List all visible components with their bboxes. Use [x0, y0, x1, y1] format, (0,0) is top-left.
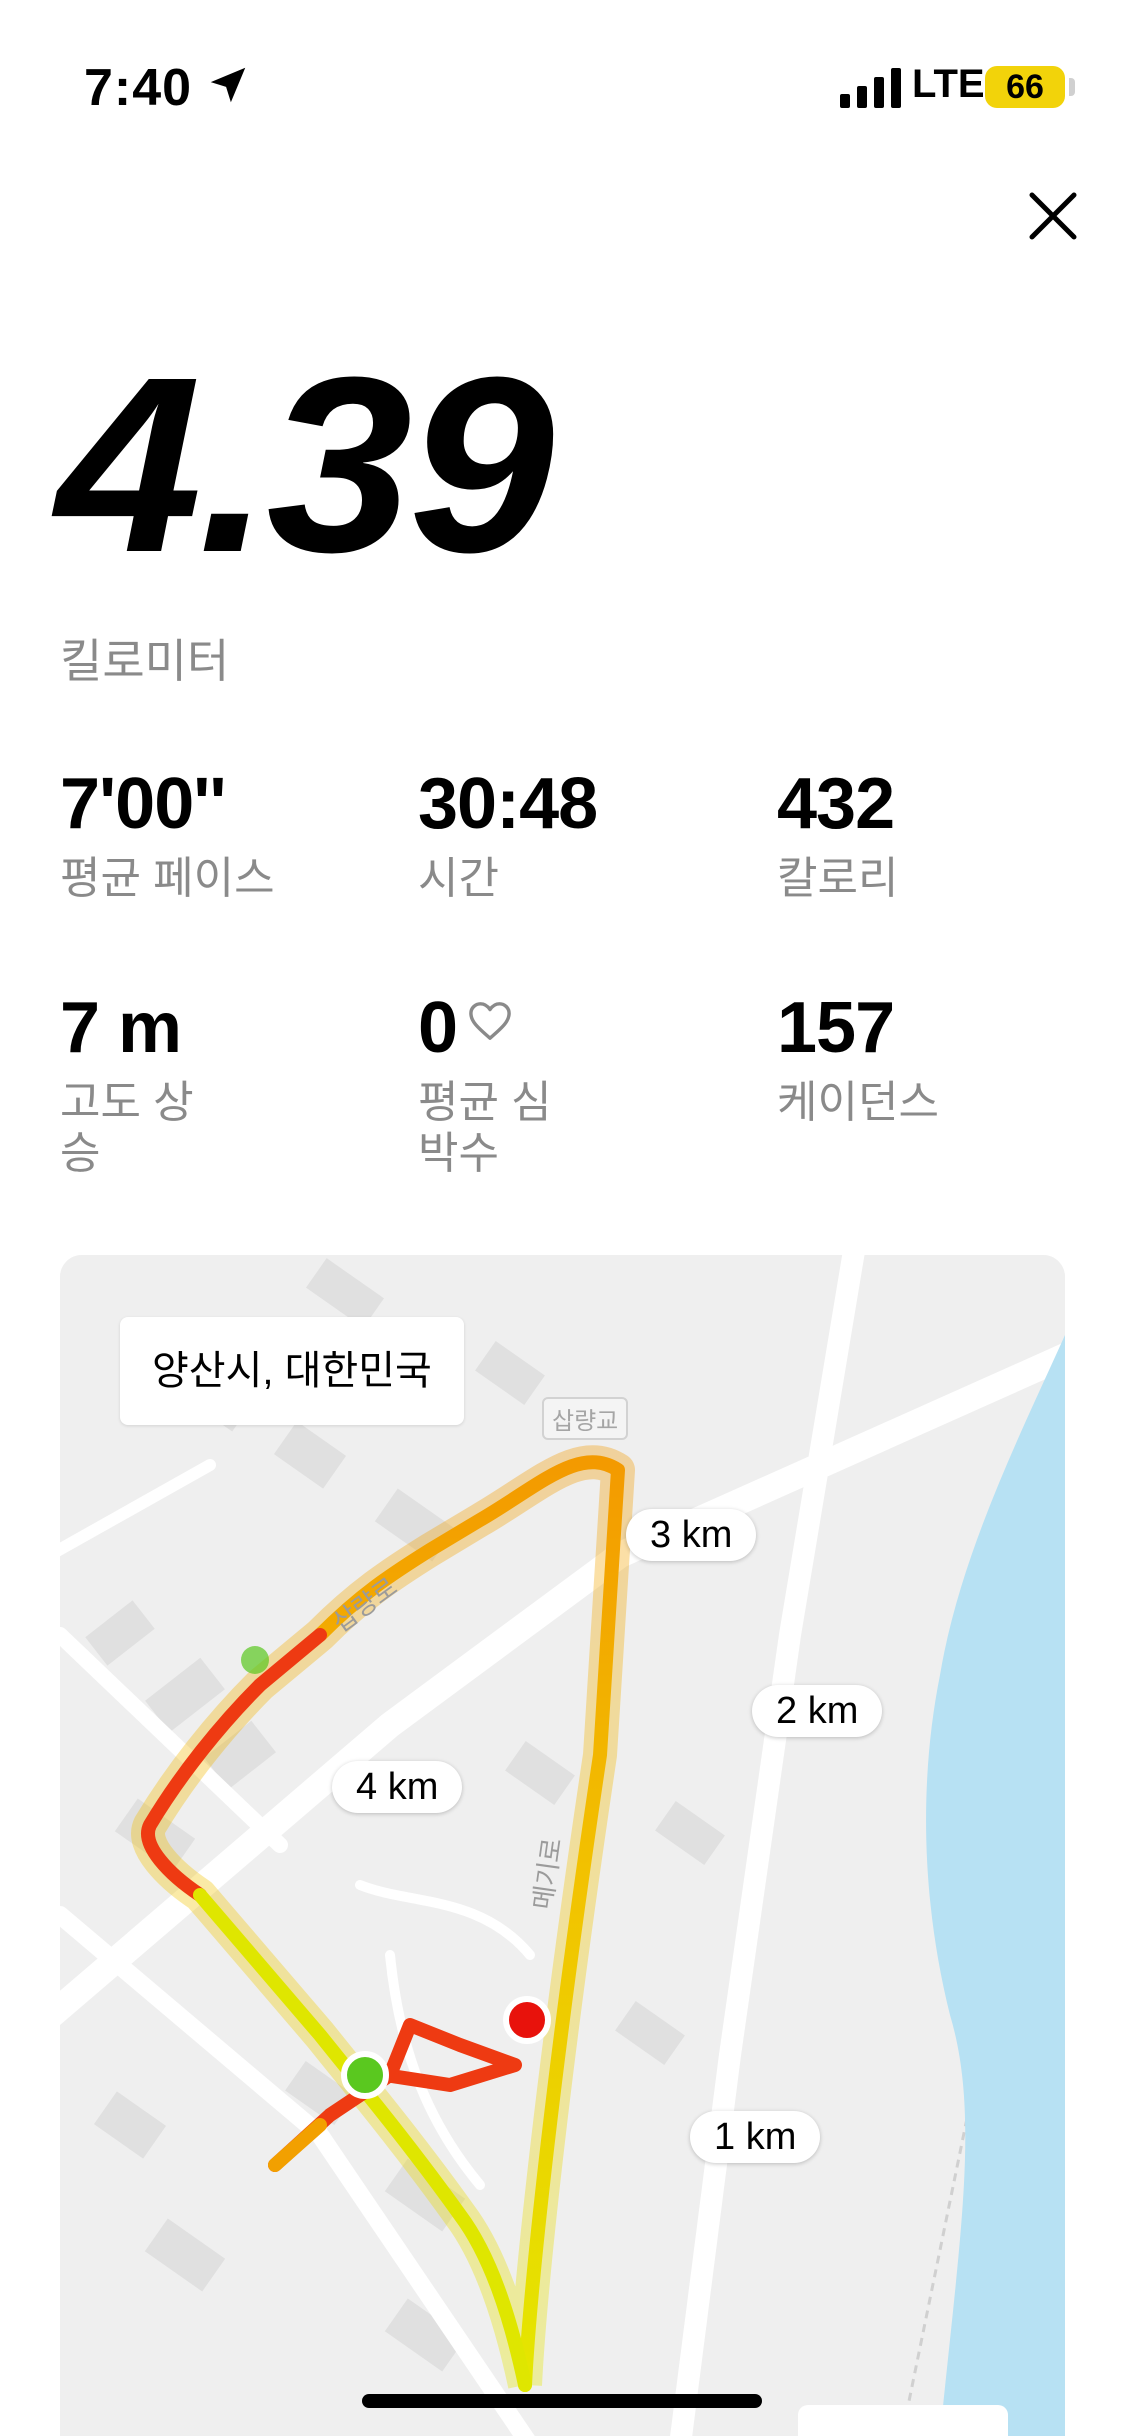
km-marker-4: 4 km: [332, 1761, 463, 1813]
stat-label: 칼로리: [777, 854, 899, 903]
stat-cadence: 157 케이던스: [777, 992, 939, 1129]
stat-avg-pace: 7'00'' 평균 페이스: [60, 768, 275, 905]
close-icon[interactable]: [1022, 185, 1084, 247]
status-bar: 7:40 LTE 66: [0, 0, 1125, 140]
stat-value: 7 m: [60, 988, 182, 1068]
start-marker: [341, 2051, 389, 2099]
stat-label: 평균 페이스: [60, 854, 275, 903]
location-arrow-icon: [210, 67, 246, 103]
status-time: 7:40: [84, 59, 193, 117]
bridge-label: 삽량교: [542, 1397, 629, 1440]
location-label: 양산시, 대한민국: [120, 1317, 464, 1425]
stat-calories: 432 칼로리: [777, 768, 898, 905]
km-marker-3: 3 km: [626, 1509, 757, 1561]
stat-number: 0: [418, 988, 458, 1068]
distance-unit: 킬로미터: [60, 635, 230, 687]
run-distance: 4.39: [56, 325, 554, 604]
stat-elevation-gain: 7 m 고도 상승: [60, 992, 210, 1179]
stat-value: 0: [418, 992, 568, 1064]
stat-avg-heart-rate: 0 평균 심박수: [418, 992, 568, 1179]
route-marker: [241, 1646, 269, 1674]
route-map[interactable]: 양산시, 대한민국 삽량로 메기로 삽량교 1 km 2 km 3 km 4 k…: [60, 1255, 1065, 2436]
stat-value: 157: [777, 988, 895, 1068]
signal-icon: [840, 68, 901, 108]
stat-label: 시간: [418, 854, 499, 903]
battery-indicator: 66: [985, 66, 1065, 108]
stat-label: 평균 심박수: [418, 1078, 552, 1178]
stat-value: 30:48: [418, 764, 598, 844]
end-marker: [503, 1996, 551, 2044]
km-marker-2: 2 km: [752, 1685, 883, 1737]
battery-level: 66: [1006, 68, 1044, 106]
stat-time: 30:48 시간: [418, 764, 598, 905]
stat-label: 고도 상승: [60, 1078, 194, 1178]
home-indicator[interactable]: [362, 2394, 762, 2408]
network-type: LTE: [912, 62, 985, 106]
stat-value: 432: [777, 764, 895, 844]
battery-nub: [1069, 78, 1075, 96]
map-control-button[interactable]: [798, 2405, 1008, 2436]
heart-icon: [469, 1002, 511, 1040]
km-marker-1: 1 km: [690, 2111, 821, 2163]
stat-label: 케이던스: [777, 1078, 939, 1127]
stat-value: 7'00'': [60, 764, 226, 844]
